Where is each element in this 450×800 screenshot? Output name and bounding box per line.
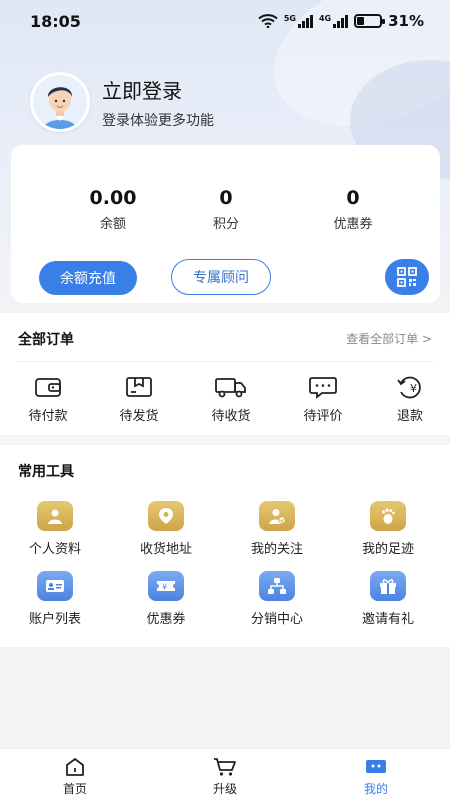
signal-4g-icon: 4G — [318, 14, 349, 28]
order-pending-shipment[interactable]: 待发货 — [99, 375, 179, 424]
tab-label: 首页 — [62, 782, 87, 796]
person-icon — [37, 501, 73, 531]
orders-section: 全部订单 查看全部订单 > 待付款 待发货 待收货 待评价 ¥ 退款 — [0, 313, 450, 435]
wifi-icon — [258, 14, 278, 28]
tab-label: 我的 — [363, 782, 388, 796]
tab-home[interactable]: 首页 — [45, 757, 105, 797]
avatar-illustration-icon — [33, 75, 87, 129]
svg-text:¥: ¥ — [410, 382, 417, 395]
stat-label: 余额 — [99, 217, 126, 232]
order-pending-payment[interactable]: 待付款 — [8, 375, 88, 424]
tools-section: 常用工具 个人资料 收货地址 我的关注 我的足迹 账户列表 ¥ 优惠券 分销中心… — [0, 445, 450, 647]
profile-tab-icon — [366, 760, 386, 773]
orders-title: 全部订单 — [18, 332, 74, 348]
tool-label: 分销中心 — [250, 612, 303, 627]
bottom-nav: 首页 升级 我的 — [0, 748, 450, 800]
account-card: 0.00 余额 0 积分 0 优惠券 余额充值 专属顾问 — [11, 145, 440, 303]
order-label: 待发货 — [119, 409, 159, 424]
tool-profile[interactable]: 个人资料 — [10, 501, 100, 557]
battery-percent: 31% — [388, 12, 424, 30]
stat-value: 0.00 — [89, 187, 137, 209]
tool-distribution[interactable]: 分销中心 — [232, 571, 322, 627]
avatar[interactable] — [30, 72, 90, 132]
stat-points[interactable]: 0 积分 — [176, 187, 276, 232]
advisor-button[interactable]: 专属顾问 — [171, 259, 271, 295]
tool-follow[interactable]: 我的关注 — [232, 501, 322, 557]
view-all-orders-link[interactable]: 查看全部订单 > — [346, 330, 432, 347]
comment-icon — [309, 377, 337, 399]
tool-label: 收货地址 — [139, 542, 192, 557]
tool-footprint[interactable]: 我的足迹 — [343, 501, 433, 557]
cart-icon — [214, 758, 236, 776]
home-icon — [66, 758, 84, 776]
login-texts: 立即登录 登录体验更多功能 — [102, 75, 214, 130]
login-subtitle: 登录体验更多功能 — [102, 112, 214, 129]
tool-invite[interactable]: 邀请有礼 — [343, 571, 433, 627]
network-icon — [259, 571, 295, 601]
network-label-2: 4G — [318, 14, 332, 23]
divider — [16, 361, 434, 362]
login-prompt[interactable]: 立即登录 登录体验更多功能 — [30, 72, 214, 132]
battery-icon — [354, 14, 386, 28]
stat-label: 优惠券 — [333, 217, 373, 232]
qr-code-button[interactable] — [385, 259, 429, 295]
location-icon — [148, 501, 184, 531]
tool-coupons[interactable]: ¥ 优惠券 — [121, 571, 211, 627]
login-title[interactable]: 立即登录 — [102, 75, 214, 104]
tab-label: 升级 — [212, 782, 237, 796]
order-pending-receipt[interactable]: 待收货 — [191, 375, 271, 424]
order-pending-review[interactable]: 待评价 — [283, 375, 363, 424]
truck-icon — [215, 378, 246, 398]
tool-label: 账户列表 — [28, 612, 81, 627]
tab-mine[interactable]: 我的 — [346, 757, 406, 797]
status-bar: 18:05 5G 4G 31% — [0, 0, 450, 44]
tool-account-list[interactable]: 账户列表 — [10, 571, 100, 627]
recharge-button[interactable]: 余额充值 — [39, 261, 137, 295]
tool-address[interactable]: 收货地址 — [121, 501, 211, 557]
stat-value: 0 — [346, 187, 360, 209]
tool-label: 邀请有礼 — [361, 612, 414, 627]
stat-value: 0 — [219, 187, 233, 209]
qr-code-icon — [397, 267, 417, 287]
stat-label: 积分 — [212, 217, 239, 232]
footprint-icon — [370, 501, 406, 531]
coupon-icon: ¥ — [148, 571, 184, 601]
order-label: 待评价 — [303, 409, 343, 424]
follow-icon — [259, 501, 295, 531]
stat-coupons[interactable]: 0 优惠券 — [303, 187, 403, 232]
order-label: 待付款 — [28, 409, 68, 424]
package-icon — [126, 377, 152, 397]
status-indicators: 5G 4G 31% — [258, 12, 424, 30]
tool-label: 我的关注 — [250, 542, 303, 557]
network-label-1: 5G — [283, 14, 296, 23]
tool-label: 个人资料 — [28, 542, 81, 557]
order-label: 待收货 — [211, 409, 251, 424]
order-label: 退款 — [396, 409, 423, 424]
wallet-icon — [35, 378, 61, 397]
order-refund[interactable]: ¥ 退款 — [370, 375, 450, 424]
id-card-icon — [37, 571, 73, 601]
refund-icon: ¥ — [397, 376, 421, 399]
status-time: 18:05 — [30, 12, 81, 31]
gift-icon — [370, 571, 406, 601]
tool-label: 优惠券 — [146, 612, 186, 627]
stat-balance[interactable]: 0.00 余额 — [63, 187, 163, 232]
tools-title: 常用工具 — [18, 464, 74, 480]
signal-5g-icon: 5G — [284, 14, 313, 28]
tool-label: 我的足迹 — [361, 542, 414, 557]
tab-upgrade[interactable]: 升级 — [195, 757, 255, 797]
svg-text:¥: ¥ — [162, 583, 167, 592]
